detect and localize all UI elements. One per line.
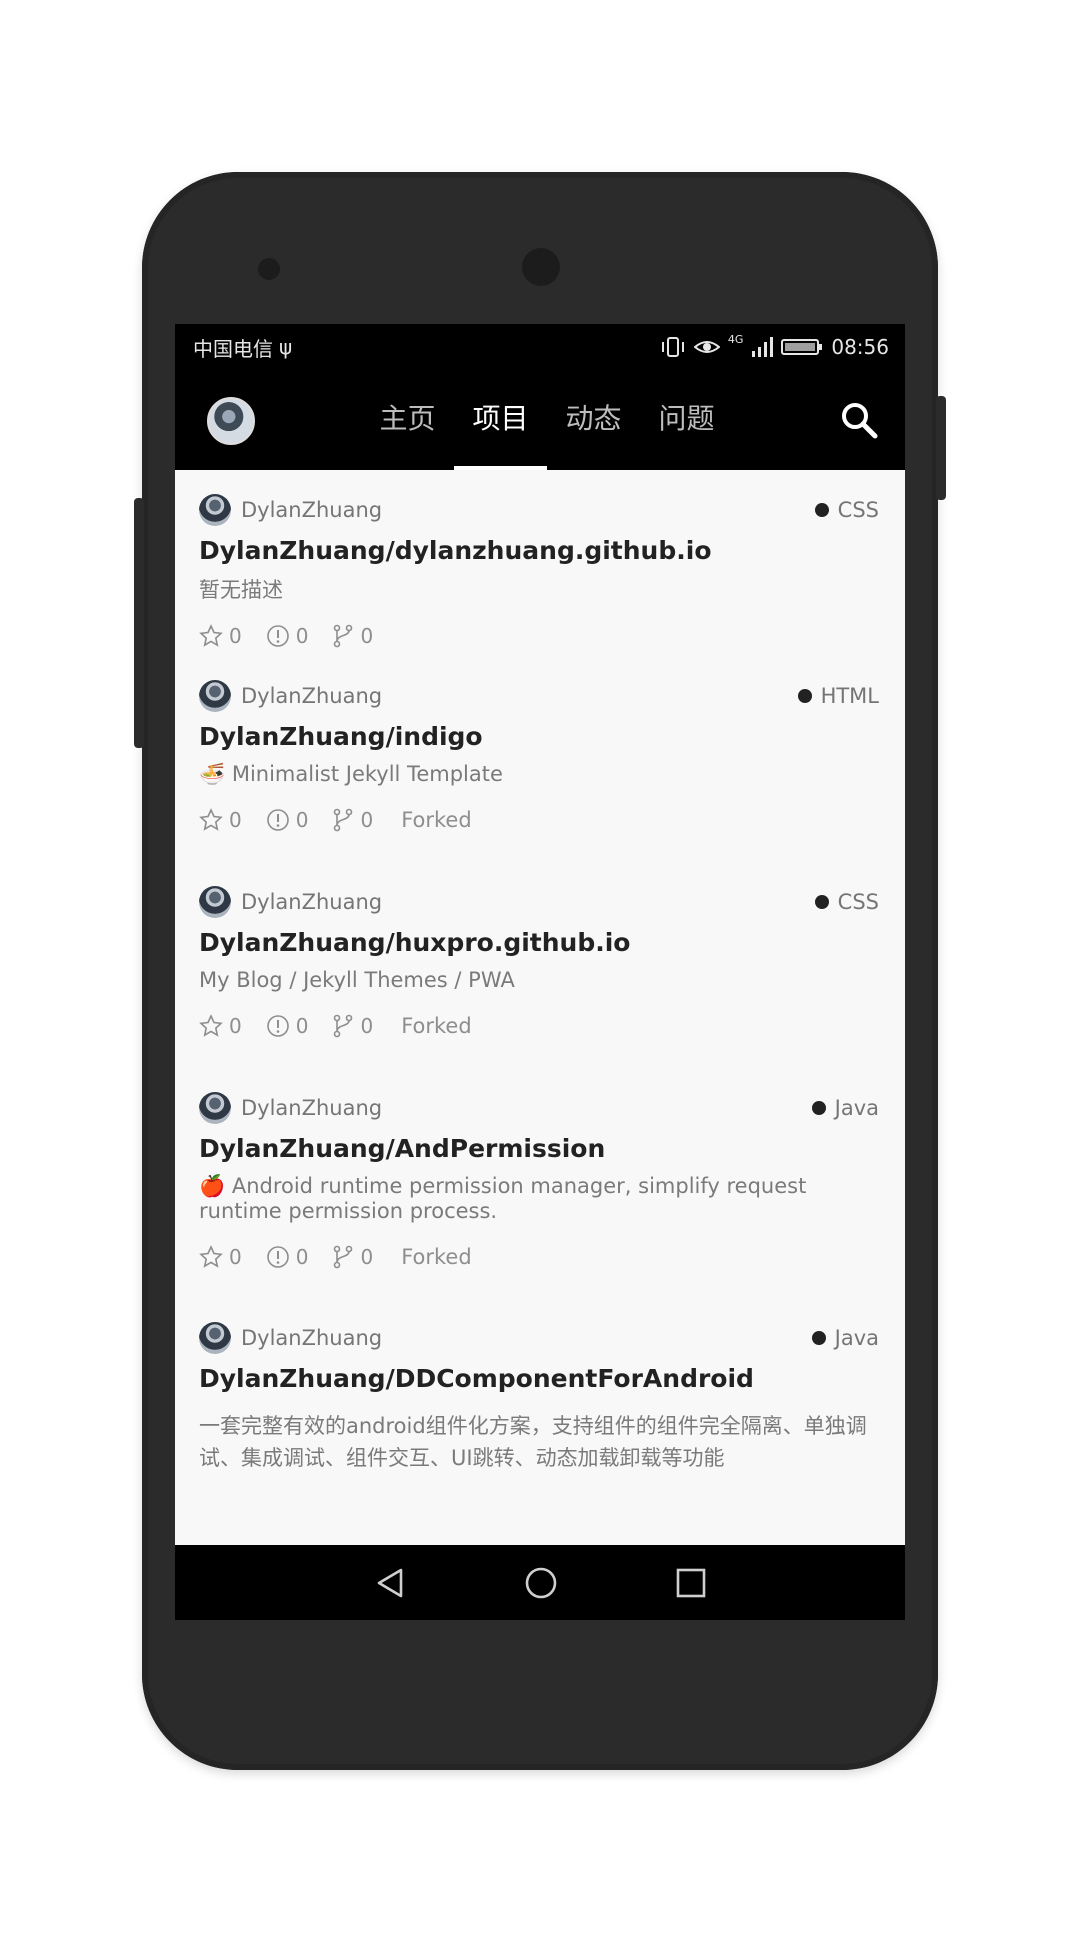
owner-name: DylanZhuang bbox=[241, 1326, 383, 1350]
issue-icon bbox=[266, 1246, 289, 1268]
tab-projects[interactable]: 项目 bbox=[454, 370, 547, 470]
language-dot bbox=[797, 689, 812, 703]
forked-label: Forked bbox=[401, 808, 472, 832]
repo-stats: 0 0 0 Forked bbox=[199, 1011, 879, 1041]
device-power-button bbox=[936, 396, 946, 500]
language-dot bbox=[811, 1331, 826, 1345]
star-icon bbox=[199, 1014, 223, 1037]
device-volume-button bbox=[134, 498, 144, 748]
owner-name: DylanZhuang bbox=[241, 498, 383, 522]
repo-stats: 0 0 0 bbox=[199, 621, 879, 651]
repo-description: 暂无描述 bbox=[199, 578, 283, 602]
owner-avatar bbox=[199, 1092, 231, 1124]
navigation-bar bbox=[175, 1545, 905, 1620]
repo-item[interactable]: DylanZhuang Java DylanZhuang/AndPermissi… bbox=[199, 1068, 879, 1298]
star-icon bbox=[199, 624, 223, 647]
star-count: 0 bbox=[229, 1014, 242, 1038]
carrier-label: 中国电信 bbox=[193, 336, 273, 361]
eye-icon bbox=[693, 341, 720, 353]
fork-count: 0 bbox=[360, 1245, 374, 1269]
fork-icon bbox=[334, 1245, 353, 1269]
repo-name: DylanZhuang/huxpro.github.io bbox=[199, 928, 631, 957]
owner-avatar bbox=[199, 680, 231, 712]
repo-name: DylanZhuang/AndPermission bbox=[199, 1134, 606, 1163]
owner-name: DylanZhuang bbox=[241, 890, 383, 914]
fork-icon bbox=[334, 808, 353, 832]
language-label: CSS bbox=[837, 890, 879, 914]
owner-avatar bbox=[199, 886, 231, 918]
device-sensor bbox=[258, 258, 280, 280]
tab-bar: 主页 项目 动态 问题 bbox=[361, 370, 733, 470]
star-count: 0 bbox=[229, 1245, 242, 1269]
star-count: 0 bbox=[229, 808, 242, 832]
issue-count: 0 bbox=[295, 624, 309, 648]
search-icon[interactable] bbox=[839, 400, 879, 440]
repo-name: DylanZhuang/dylanzhuang.github.io bbox=[199, 536, 712, 565]
language-dot bbox=[811, 1101, 826, 1115]
issue-icon bbox=[266, 625, 289, 647]
signal-icon bbox=[752, 337, 774, 357]
repo-list: DylanZhuang CSS DylanZhuang/dylanzhuang.… bbox=[175, 470, 905, 1474]
usb-icon: ψ bbox=[279, 335, 293, 359]
repo-name: DylanZhuang/DDComponentForAndroid bbox=[199, 1364, 754, 1393]
battery-icon bbox=[781, 339, 823, 355]
language-label: Java bbox=[834, 1326, 879, 1350]
repo-stats: 0 0 0 Forked bbox=[199, 805, 879, 835]
repo-item[interactable]: DylanZhuang CSS DylanZhuang/dylanzhuang.… bbox=[199, 470, 879, 656]
repo-item[interactable]: DylanZhuang CSS DylanZhuang/huxpro.githu… bbox=[199, 862, 879, 1068]
owner-name: DylanZhuang bbox=[241, 1096, 383, 1120]
app-bar: 主页 项目 动态 问题 bbox=[175, 370, 905, 470]
screen: 中国电信 ψ 4G 08:56 主页 项目 动态 问题 DylanZhuang … bbox=[175, 324, 905, 1620]
language-dot bbox=[814, 503, 829, 517]
language-label: Java bbox=[834, 1096, 879, 1120]
issue-icon bbox=[266, 809, 289, 831]
language-label: CSS bbox=[837, 498, 879, 522]
network-type-label: 4G bbox=[727, 332, 744, 346]
repo-item[interactable]: DylanZhuang Java DylanZhuang/DDComponent… bbox=[199, 1298, 879, 1474]
owner-avatar bbox=[199, 1322, 231, 1354]
vibrate-icon bbox=[661, 337, 684, 357]
repo-description: My Blog / Jekyll Themes / PWA bbox=[199, 968, 515, 992]
fork-count: 0 bbox=[360, 624, 374, 648]
repo-name: DylanZhuang/indigo bbox=[199, 722, 483, 751]
back-icon[interactable] bbox=[373, 1566, 407, 1600]
repo-description: 🍎 Android runtime permission manager, si… bbox=[199, 1174, 807, 1223]
owner-avatar bbox=[199, 494, 231, 526]
star-icon bbox=[199, 808, 223, 831]
forked-label: Forked bbox=[401, 1014, 472, 1038]
tab-issues[interactable]: 问题 bbox=[640, 370, 733, 470]
avatar[interactable] bbox=[207, 397, 255, 445]
clock: 08:56 bbox=[831, 335, 889, 359]
issue-count: 0 bbox=[295, 1014, 309, 1038]
tab-home[interactable]: 主页 bbox=[361, 370, 454, 470]
star-count: 0 bbox=[229, 624, 242, 648]
language-label: HTML bbox=[820, 684, 879, 708]
tab-events[interactable]: 动态 bbox=[547, 370, 640, 470]
fork-count: 0 bbox=[360, 1014, 374, 1038]
forked-label: Forked bbox=[401, 1245, 472, 1269]
repo-stats: 0 0 0 Forked bbox=[199, 1242, 879, 1272]
recents-icon[interactable] bbox=[675, 1567, 707, 1599]
issue-icon bbox=[266, 1015, 289, 1037]
repo-description: 🍜 Minimalist Jekyll Template bbox=[199, 762, 503, 786]
fork-icon bbox=[334, 624, 353, 648]
repo-item[interactable]: DylanZhuang HTML DylanZhuang/indigo 🍜 Mi… bbox=[199, 656, 879, 862]
language-dot bbox=[814, 895, 829, 909]
star-icon bbox=[199, 1245, 223, 1268]
status-bar: 中国电信 ψ 4G 08:56 bbox=[175, 324, 905, 370]
owner-name: DylanZhuang bbox=[241, 684, 383, 708]
fork-count: 0 bbox=[360, 808, 374, 832]
issue-count: 0 bbox=[295, 1245, 309, 1269]
device-front-camera bbox=[522, 248, 560, 286]
issue-count: 0 bbox=[295, 808, 309, 832]
fork-icon bbox=[334, 1014, 353, 1038]
home-icon[interactable] bbox=[523, 1565, 559, 1601]
repo-description: 一套完整有效的android组件化方案，支持组件的组件完全隔离、单独调试、集成调… bbox=[199, 1414, 867, 1470]
